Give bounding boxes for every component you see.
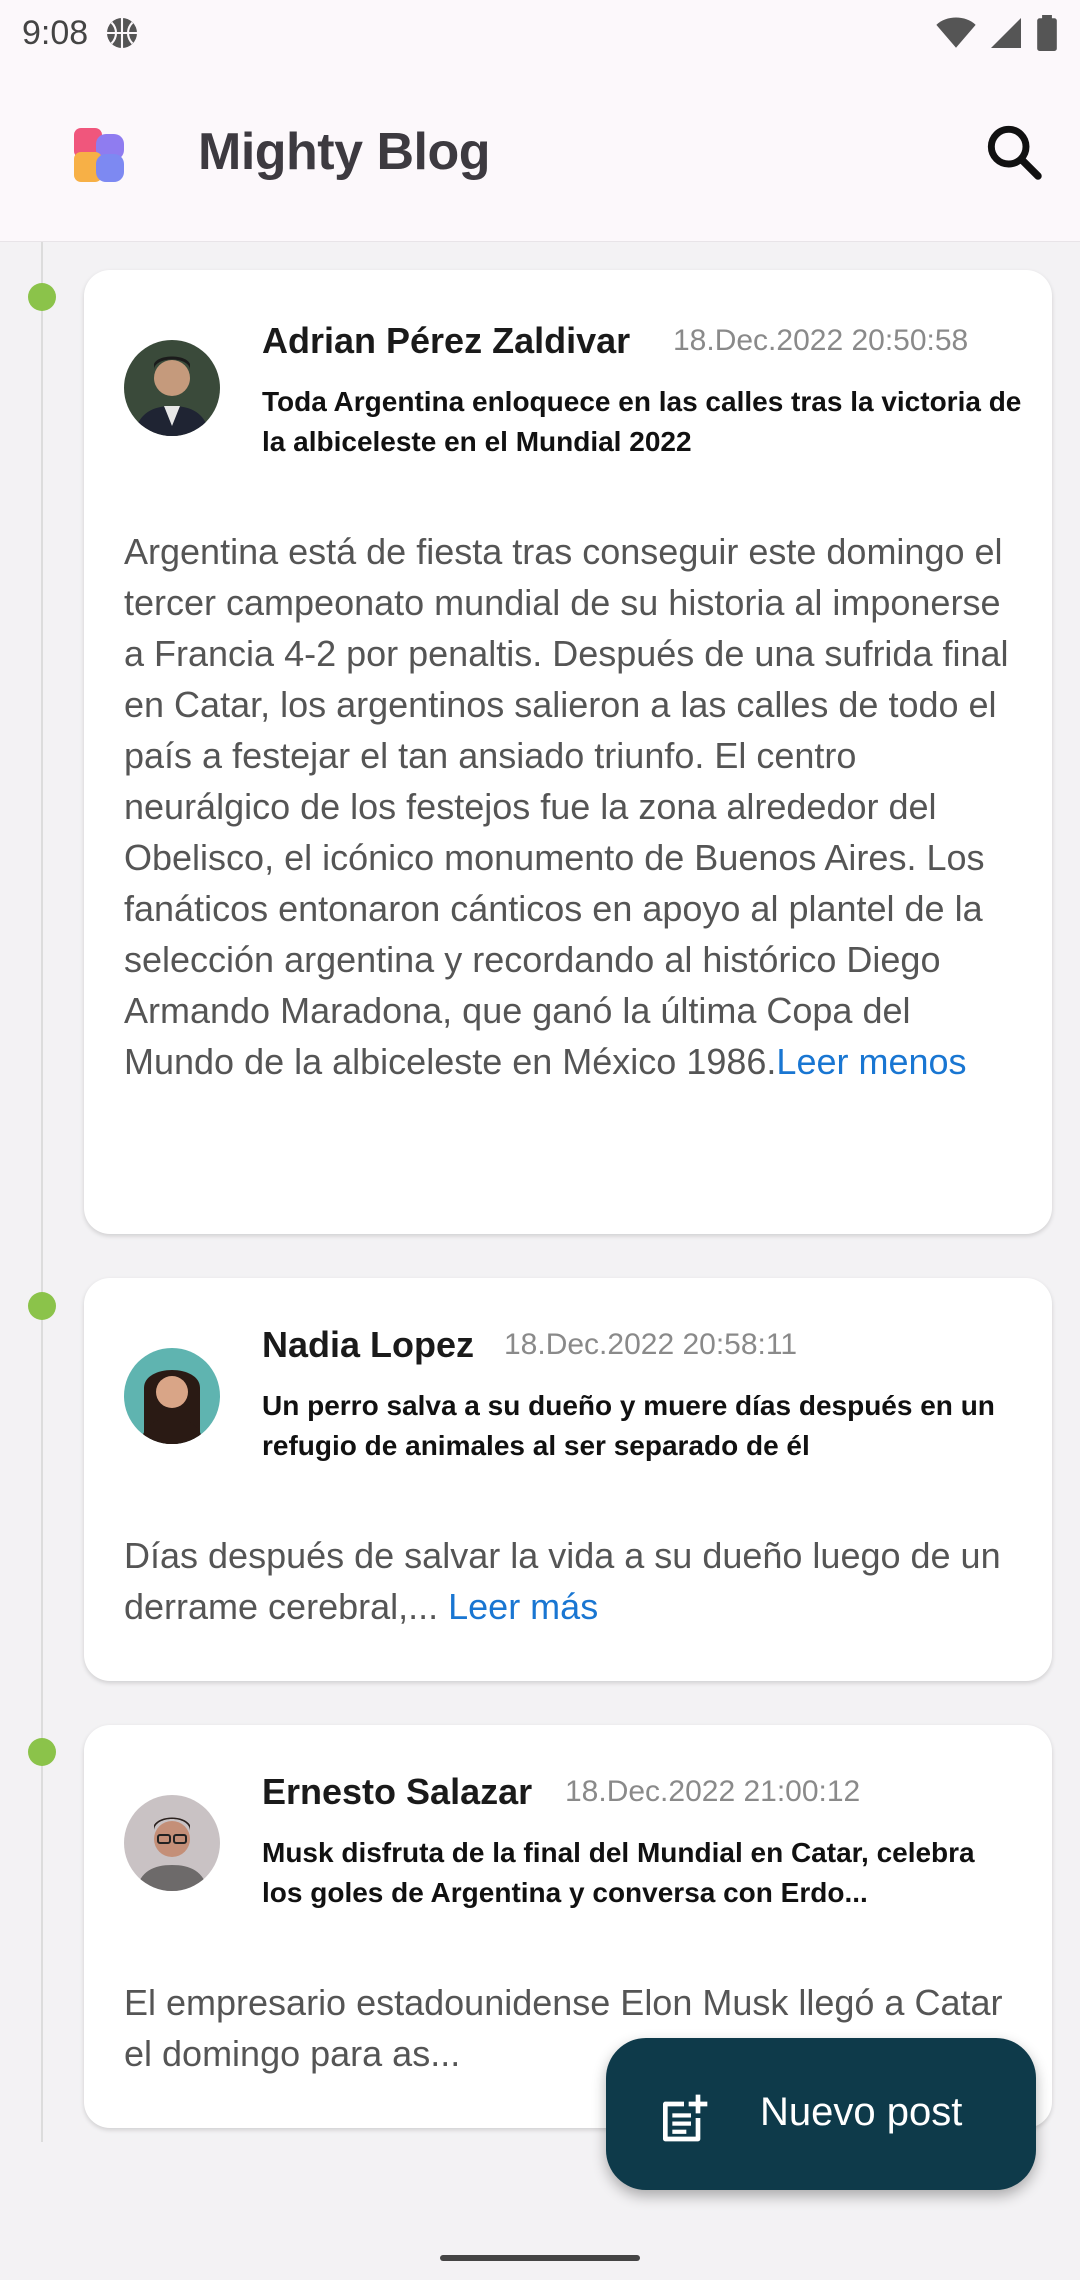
app-title: Mighty Blog [198, 123, 491, 181]
post-date: 18.Dec.2022 20:58:11 [504, 1328, 798, 1361]
post-add-icon [663, 2094, 708, 2142]
app-bar: Mighty Blog [0, 66, 1080, 242]
home-indicator[interactable] [440, 2255, 640, 2261]
status-icons [936, 15, 1058, 51]
post-date: 18.Dec.2022 20:50:58 [673, 324, 969, 357]
avatar [124, 1795, 220, 1891]
new-post-button[interactable]: Nuevo post [606, 2038, 1036, 2190]
wifi-icon [936, 17, 976, 48]
post-title: Un perro salva a su dueño y muere días d… [262, 1390, 995, 1461]
avatar-image [124, 1795, 220, 1891]
timeline-line [41, 242, 43, 2142]
mighty-blog-logo-icon [74, 128, 124, 182]
avatar-image [124, 1348, 220, 1444]
post-title: Toda Argentina enloquece en las calles t… [262, 386, 1022, 457]
post-title: Musk disfruta de la final del Mundial en… [262, 1837, 975, 1908]
post-body: Días después de salvar la vida a su dueñ… [124, 1530, 1024, 1632]
status-time: 9:08 [22, 13, 89, 52]
post-date: 18.Dec.2022 21:00:12 [565, 1775, 861, 1808]
post-author: Ernesto Salazar [262, 1771, 533, 1812]
post-card[interactable]: Adrian Pérez Zaldivar 18.Dec.2022 20:50:… [84, 270, 1052, 1234]
new-post-label: Nuevo post [760, 2090, 963, 2134]
timeline-dot [28, 283, 56, 311]
post-author: Adrian Pérez Zaldivar [262, 320, 631, 361]
avatar-image [124, 340, 220, 436]
signal-icon [991, 18, 1021, 48]
timeline-dot [28, 1738, 56, 1766]
basketball-icon [107, 18, 138, 48]
status-bar: 9:08 [0, 0, 1080, 66]
avatar [124, 1348, 220, 1444]
read-less-link[interactable]: Leer menos [776, 1041, 966, 1082]
post-author: Nadia Lopez [262, 1324, 475, 1365]
search-icon[interactable] [982, 120, 1046, 184]
read-more-link[interactable]: Leer más [448, 1586, 598, 1627]
post-body-text: Argentina está de fiesta tras conseguir … [124, 531, 1009, 1082]
avatar [124, 340, 220, 436]
post-card[interactable]: Nadia Lopez 18.Dec.2022 20:58:11 Un perr… [84, 1278, 1052, 1681]
battery-icon [1037, 15, 1057, 51]
timeline-dot [28, 1292, 56, 1320]
post-body: Argentina está de fiesta tras conseguir … [124, 526, 1024, 1087]
